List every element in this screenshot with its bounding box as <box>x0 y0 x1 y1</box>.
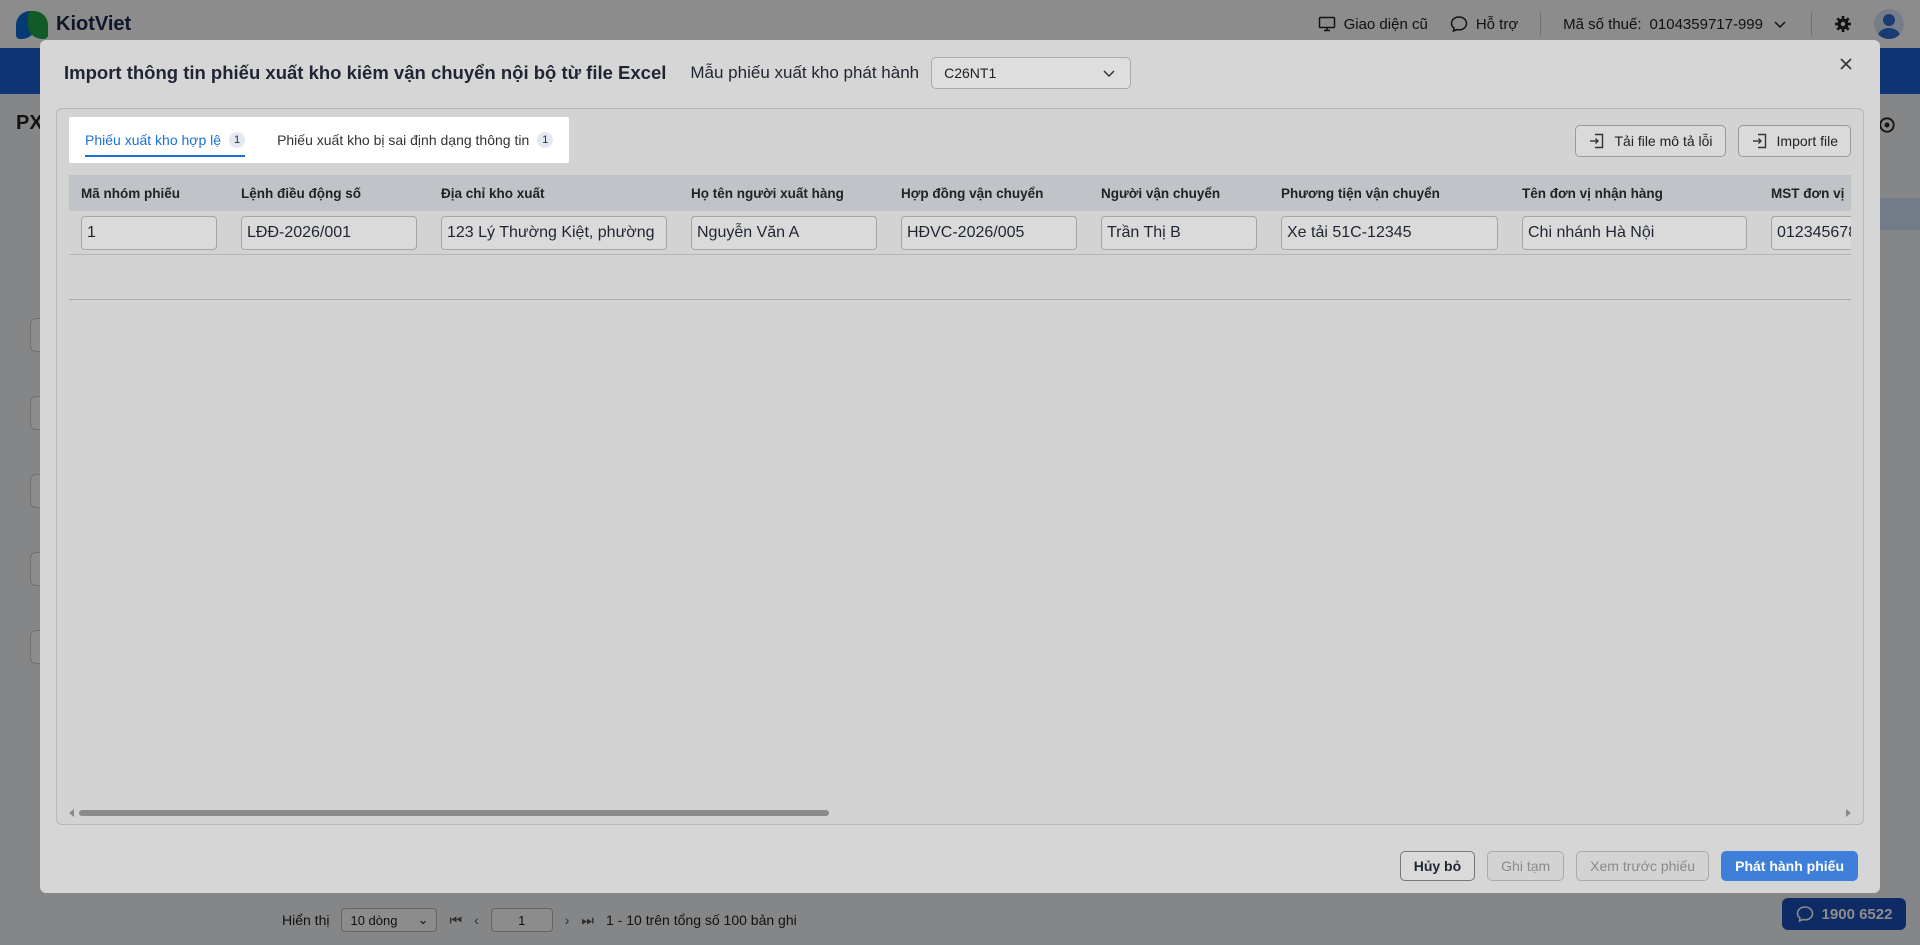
import-panel: Phiếu xuất kho hợp lệ 1 Phiếu xuất kho b… <box>56 108 1864 825</box>
preview-button[interactable]: Xem trước phiếu <box>1576 851 1710 881</box>
import-file-label: Import file <box>1776 133 1838 149</box>
column-header: Hợp đồng vận chuyển <box>901 185 1044 201</box>
cell-order-number-input[interactable]: LĐĐ-2026/001 <box>241 215 417 250</box>
template-value: C26NT1 <box>944 65 997 81</box>
column-header: Phương tiện vận chuyển <box>1281 185 1440 201</box>
column-header: Họ tên người xuất hàng <box>691 185 844 201</box>
import-modal: Import thông tin phiếu xuất kho kiêm vận… <box>40 40 1880 893</box>
save-draft-button[interactable]: Ghi tạm <box>1487 851 1565 881</box>
column-header: Địa chỉ kho xuất <box>441 185 545 201</box>
download-error-file-button[interactable]: Tải file mô tả lỗi <box>1575 125 1726 157</box>
cancel-button[interactable]: Hủy bỏ <box>1399 851 1476 881</box>
template-label: Mẫu phiếu xuất kho phát hành <box>690 63 920 82</box>
cell-vehicle-input[interactable]: Xe tải 51C-12345 <box>1281 215 1498 250</box>
close-icon <box>1840 58 1852 70</box>
column-header: Người vận chuyển <box>1101 185 1221 201</box>
modal-footer: Hủy bỏ Ghi tạm Xem trước phiếu Phát hành… <box>1399 851 1858 881</box>
import-table: Mã nhóm phiếu Lệnh điều động số Địa chỉ … <box>69 175 1851 300</box>
file-import-icon <box>1752 133 1766 149</box>
panel-actions: Tải file mô tả lỗi Import file <box>1575 125 1851 157</box>
tab-invalid-label: Phiếu xuất kho bị sai định dạng thông ti… <box>277 132 530 148</box>
cell-receiver-tax-input[interactable]: 0123456789 <box>1771 215 1851 250</box>
column-header: Tên đơn vị nhận hàng <box>1522 185 1663 201</box>
modal-title: Import thông tin phiếu xuất kho kiêm vận… <box>64 62 667 83</box>
table-row: 1 LĐĐ-2026/001 123 Lý Thường Kiệt, phườn… <box>69 211 1851 255</box>
cell-transport-contract-input[interactable]: HĐVC-2026/005 <box>901 215 1077 250</box>
cell-warehouse-address-input[interactable]: 123 Lý Thường Kiệt, phường <box>441 215 667 250</box>
close-button[interactable] <box>1836 54 1856 74</box>
tab-bar: Phiếu xuất kho hợp lệ 1 Phiếu xuất kho b… <box>69 117 570 163</box>
cell-receiver-name-input[interactable]: Chi nhánh Hà Nội <box>1522 215 1747 250</box>
file-import-icon <box>1590 133 1604 149</box>
import-file-button[interactable]: Import file <box>1737 125 1851 157</box>
scroll-thumb[interactable] <box>79 810 829 816</box>
tab-invalid-count: 1 <box>537 132 554 148</box>
cell-exporter-name-input[interactable]: Nguyễn Văn A <box>691 215 877 250</box>
column-header: Lệnh điều động số <box>241 185 361 201</box>
scroll-track[interactable] <box>79 810 1841 816</box>
horizontal-scrollbar[interactable] <box>69 808 1851 818</box>
tab-invalid[interactable]: Phiếu xuất kho bị sai định dạng thông ti… <box>277 117 554 163</box>
tab-valid-count: 1 <box>229 132 246 148</box>
cell-carrier-input[interactable]: Trần Thị B <box>1101 215 1257 250</box>
column-header: Mã nhóm phiếu <box>81 185 180 201</box>
tab-valid-label: Phiếu xuất kho hợp lệ <box>85 132 222 148</box>
table-header: Mã nhóm phiếu Lệnh điều động số Địa chỉ … <box>69 175 1851 211</box>
chevron-down-icon <box>1103 70 1115 78</box>
scroll-left-icon[interactable] <box>69 809 74 817</box>
cell-group-code-input[interactable]: 1 <box>81 215 217 250</box>
column-header: MST đơn vị <box>1771 185 1845 201</box>
publish-button[interactable]: Phát hành phiếu <box>1721 851 1858 881</box>
tab-valid[interactable]: Phiếu xuất kho hợp lệ 1 <box>85 117 246 163</box>
template-select[interactable]: C26NT1 <box>931 57 1132 89</box>
scroll-right-icon[interactable] <box>1846 809 1851 817</box>
modal-header: Import thông tin phiếu xuất kho kiêm vận… <box>64 53 1856 93</box>
download-error-label: Tải file mô tả lỗi <box>1614 133 1713 149</box>
